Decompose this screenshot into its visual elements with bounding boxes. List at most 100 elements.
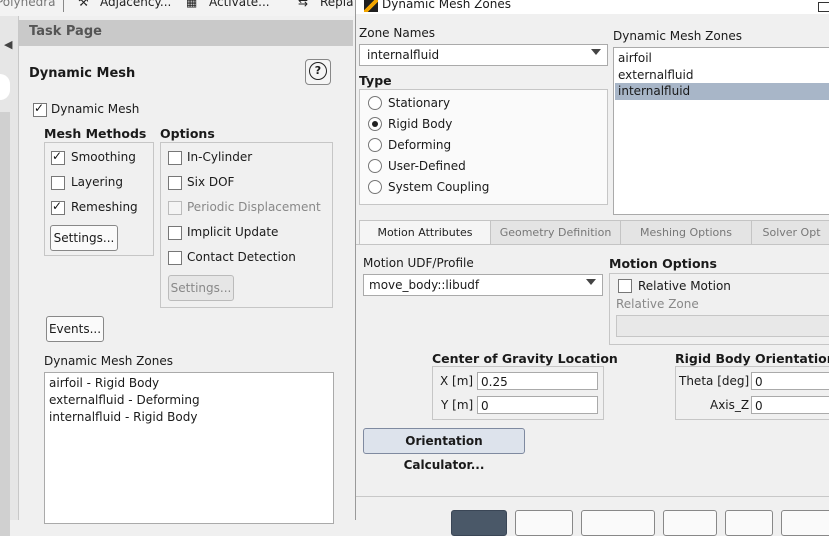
dynamic-mesh-zones-list[interactable]: airfoil - Rigid Body externalfluid - Def… <box>44 372 334 524</box>
rigid-body-label: Rigid Body <box>388 117 453 131</box>
dialog-titlebar[interactable]: Dynamic Mesh Zones <box>356 0 829 14</box>
window-restore-icon[interactable] <box>818 2 829 12</box>
tab-divider <box>356 244 829 245</box>
chevron-down-icon <box>591 49 601 55</box>
task-page-title: Task Page <box>29 24 102 39</box>
list-item[interactable]: internalfluid - Rigid Body <box>49 410 197 424</box>
tab-geometry-definition[interactable]: Geometry Definition <box>490 220 621 245</box>
dialog-title: Dynamic Mesh Zones <box>382 0 511 11</box>
remeshing-checkbox[interactable] <box>51 199 65 215</box>
left-panel-strip: ◀ <box>0 16 18 536</box>
replace-icon: ⇆ <box>298 0 309 9</box>
periodic-displacement-label: Periodic Displacement <box>187 200 321 214</box>
user-defined-radio[interactable] <box>368 159 382 173</box>
dynamic-mesh-zones-dialog: Dynamic Mesh Zones Zone Names internalfl… <box>355 0 829 536</box>
events-button[interactable]: Events... <box>46 316 104 342</box>
deforming-radio[interactable] <box>368 138 382 152</box>
layering-checkbox[interactable] <box>51 176 65 190</box>
zone-names-dropdown[interactable]: internalfluid <box>359 44 608 66</box>
stationary-label: Stationary <box>388 96 451 110</box>
selected-list-item[interactable]: internalfluid <box>615 83 829 100</box>
dynamic-mesh-title: Dynamic Mesh <box>29 66 136 81</box>
tab-motion-attributes[interactable]: Motion Attributes <box>359 220 491 245</box>
dynamic-zones-list[interactable]: airfoil externalfluid internalfluid <box>613 47 829 215</box>
relative-motion-checkbox[interactable] <box>618 279 632 293</box>
smoothing-checkbox[interactable] <box>51 149 65 165</box>
contact-detection-checkbox[interactable] <box>168 251 182 265</box>
list-item[interactable]: airfoil <box>618 51 652 65</box>
orientation-heading: Rigid Body Orientation <box>675 351 829 366</box>
list-item[interactable]: externalfluid <box>618 68 694 82</box>
theta-input[interactable]: 0 <box>751 372 829 390</box>
motion-udf-dropdown[interactable]: move_body::libudf <box>363 274 603 296</box>
dynamic-zones-label: Dynamic Mesh Zones <box>613 29 742 43</box>
dynamic-mesh-checkbox[interactable] <box>33 101 47 117</box>
cog-y-input[interactable]: 0 <box>477 396 598 414</box>
six-dof-checkbox[interactable] <box>168 176 182 190</box>
task-page-header: Task Page <box>19 20 353 46</box>
motion-udf-label: Motion UDF/Profile <box>363 256 474 270</box>
chevron-down-icon <box>586 279 596 285</box>
draw-button[interactable] <box>663 510 717 536</box>
layering-label: Layering <box>71 175 124 189</box>
mesh-methods-settings-button[interactable]: Settings... <box>50 225 118 251</box>
system-coupling-label: System Coupling <box>388 180 490 194</box>
help-button[interactable]: ? <box>305 59 331 85</box>
deforming-label: Deforming <box>388 138 452 152</box>
toolbar-separator <box>63 0 64 12</box>
implicit-update-checkbox[interactable] <box>168 226 182 240</box>
mesh-methods-heading: Mesh Methods <box>44 126 147 141</box>
relative-zone-label: Relative Zone <box>616 297 699 311</box>
in-cylinder-checkbox[interactable] <box>168 151 182 165</box>
system-coupling-radio[interactable] <box>368 180 382 194</box>
user-defined-label: User-Defined <box>388 159 466 173</box>
axis-z-input[interactable]: 0 <box>751 396 829 414</box>
create-button[interactable] <box>451 510 507 536</box>
cog-y-label: Y [m] <box>441 398 474 412</box>
periodic-displacement-checkbox[interactable] <box>168 201 182 215</box>
list-item-label: internalfluid <box>618 84 691 98</box>
cog-x-input[interactable]: 0.25 <box>477 372 598 390</box>
type-heading: Type <box>359 73 392 88</box>
theta-label: Theta [deg] <box>679 374 750 388</box>
collapse-arrow-icon[interactable]: ◀ <box>4 38 12 51</box>
help-dialog-button[interactable] <box>781 510 829 536</box>
tab-meshing-options[interactable]: Meshing Options <box>620 220 752 245</box>
motion-udf-value: move_body::libudf <box>369 278 480 292</box>
toolbar-item-polyhedra[interactable]: Polyhedra <box>0 0 55 9</box>
task-page: Task Page Dynamic Mesh ? Dynamic Mesh Me… <box>18 16 353 524</box>
close-button[interactable] <box>725 510 773 536</box>
rigid-body-radio[interactable] <box>368 117 382 131</box>
zones-list-label: Dynamic Mesh Zones <box>44 354 173 368</box>
motion-options-heading: Motion Options <box>609 256 717 271</box>
cog-x-label: X [m] <box>440 374 474 388</box>
tab-bar: Motion Attributes Geometry Definition Me… <box>356 220 829 245</box>
list-item[interactable]: airfoil - Rigid Body <box>49 376 159 390</box>
dialog-bottom-divider <box>356 496 829 497</box>
delete-all-button[interactable] <box>581 510 655 536</box>
stationary-radio[interactable] <box>368 96 382 110</box>
relative-motion-label: Relative Motion <box>638 279 731 293</box>
in-cylinder-label: In-Cylinder <box>187 150 253 164</box>
delete-button[interactable] <box>515 510 573 536</box>
list-item[interactable]: externalfluid - Deforming <box>49 393 200 407</box>
relative-zone-dropdown[interactable] <box>616 315 829 337</box>
orientation-calculator-button[interactable]: Orientation Calculator... <box>363 428 525 472</box>
options-settings-button[interactable]: Settings... <box>168 275 234 301</box>
strip-tab[interactable] <box>0 74 10 100</box>
toolbar-item-adjacency[interactable]: Adjacency... <box>100 0 171 9</box>
adjacency-icon: ⚒ <box>78 0 89 9</box>
zone-names-label: Zone Names <box>359 26 436 40</box>
strip-scrollbar[interactable] <box>0 112 10 536</box>
help-icon: ? <box>309 62 327 80</box>
implicit-update-label: Implicit Update <box>187 225 279 239</box>
remeshing-label: Remeshing <box>71 200 138 214</box>
tab-solver-options[interactable]: Solver Opt <box>751 220 829 245</box>
toolbar-item-activate[interactable]: Activate... <box>209 0 270 9</box>
options-heading: Options <box>160 126 215 141</box>
cog-heading: Center of Gravity Location <box>432 351 618 366</box>
zone-names-value: internalfluid <box>367 48 440 62</box>
grid-icon: ▦ <box>186 0 198 9</box>
app-icon <box>364 0 378 12</box>
toolbar-item-replace[interactable]: Repla <box>320 0 354 9</box>
